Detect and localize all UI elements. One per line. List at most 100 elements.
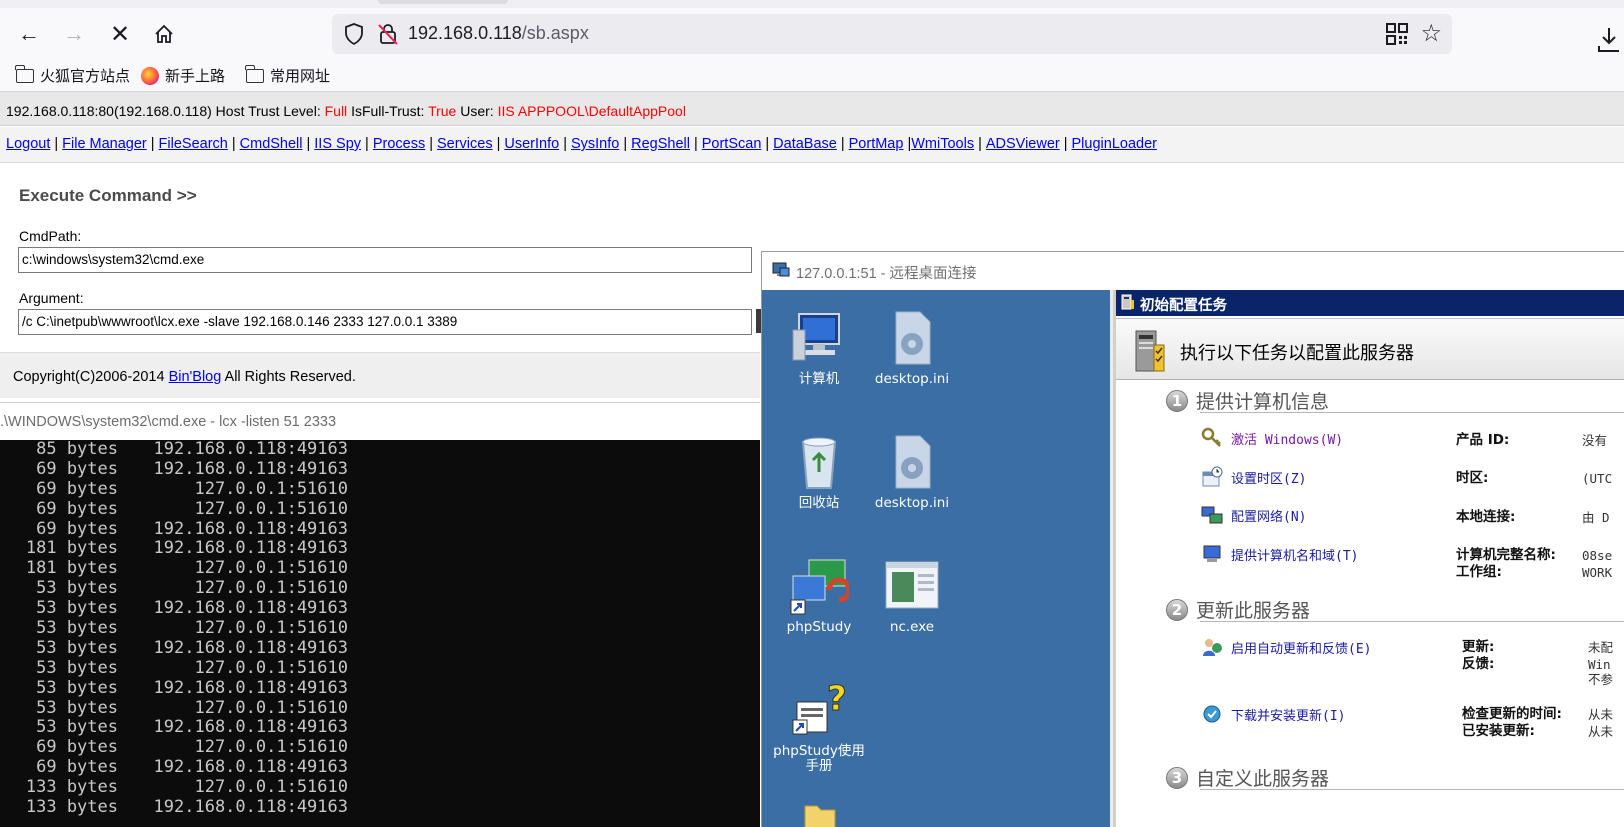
byte-count: 69 bytes (36, 518, 118, 539)
icon-caption: desktop.ini (874, 495, 950, 511)
key-icon (1201, 427, 1223, 449)
menu-regshell[interactable]: RegShell (631, 136, 690, 152)
navigation-toolbar: ← → ✕ 192.168.0.118/sb.aspx ☆ (0, 8, 1624, 58)
menu-sysinfo[interactable]: SysInfo (571, 136, 619, 152)
task-activate-windows[interactable]: 激活 Windows(W) (1201, 427, 1343, 449)
task-download-install-updates[interactable]: 下载并安装更新(I) (1201, 703, 1345, 725)
active-tab-edge[interactable] (378, 0, 508, 4)
desktop-icon-computer[interactable]: 计算机 (769, 308, 869, 387)
user-value: IIS APPPOOL\DefaultAppPool (497, 103, 686, 119)
installed-updates-label: 已安装更新: (1462, 723, 1535, 739)
feedback-value-line1: Win (1588, 657, 1611, 672)
console-output[interactable]: 85 bytes 192.168.0.118:49163 69 bytes 192.1… (0, 440, 760, 827)
endpoint-address: 127.0.0.1:51610 (194, 558, 348, 579)
home-icon[interactable] (148, 18, 180, 50)
feedback-value-line2: 不参 (1588, 672, 1614, 687)
url-text[interactable]: 192.168.0.118/sb.aspx (408, 23, 589, 44)
timezone-value: (UTC (1582, 471, 1613, 486)
task-enable-auto-updates[interactable]: 启用自动更新和反馈(E) (1201, 636, 1371, 658)
byte-count: 133 bytes (25, 777, 118, 798)
menu-wmitools[interactable]: WmiTools (911, 136, 974, 152)
isfull-trust-value: True (428, 103, 457, 119)
remote-desktop-titlebar[interactable]: 127.0.0.1:51 - 远程桌面连接 (762, 252, 1624, 290)
console-line: 53 bytes 127.0.0.1:51610 (0, 698, 760, 719)
menu-adsviewer[interactable]: ADSViewer (986, 136, 1060, 152)
folder-icon (15, 64, 34, 83)
bookmark-common-sites[interactable]: 常用网址 (245, 64, 331, 86)
binblog-link[interactable]: Bin'Blog (169, 369, 222, 385)
back-icon[interactable]: ← (13, 18, 45, 50)
task-provide-computer-name-domain[interactable]: 提供计算机名和域(T) (1201, 543, 1358, 565)
address-bar[interactable]: 192.168.0.118/sb.aspx ☆ (332, 14, 1452, 54)
stop-loading-icon[interactable]: ✕ (104, 18, 136, 50)
local-connection-value: 由 D (1582, 510, 1610, 525)
tracking-protection-shield-icon[interactable] (342, 22, 366, 46)
menu-portscan[interactable]: PortScan (702, 136, 762, 152)
qr-code-icon[interactable] (1386, 23, 1408, 45)
desktop-icon-nc-exe[interactable]: nc.exe (862, 556, 962, 635)
bookmark-star-icon[interactable]: ☆ (1420, 19, 1442, 48)
task-set-timezone[interactable]: 设置时区(Z) (1201, 466, 1306, 488)
bookmark-firefox-official[interactable]: 火狐官方站点 (15, 64, 130, 86)
menu-cmdshell[interactable]: CmdShell (240, 136, 303, 152)
console-line: 181 bytes 127.0.0.1:51610 (0, 558, 760, 579)
menu-services[interactable]: Services (437, 136, 493, 152)
task-configure-network[interactable]: 配置网络(N) (1201, 504, 1306, 526)
desktop-icon-phpstudy-manual[interactable]: ? phpStudy使用手册 (769, 679, 869, 774)
folder-icon (789, 802, 849, 827)
local-connection-label: 本地连接: (1456, 509, 1516, 525)
calendar-clock-icon (1201, 466, 1223, 488)
menu-userinfo[interactable]: UserInfo (504, 136, 559, 152)
desktop-icon-desktop-ini-2[interactable]: desktop.ini (862, 432, 962, 511)
console-line: 53 bytes 192.168.0.118:49163 (0, 638, 760, 659)
cmdpath-input[interactable]: c:\windows\system32\cmd.exe (18, 247, 752, 273)
byte-count: 181 bytes (25, 538, 118, 559)
section-title: 自定义此服务器 (1196, 768, 1330, 790)
menu-pluginloader[interactable]: PluginLoader (1072, 136, 1157, 152)
task-label: 激活 Windows(W) (1231, 432, 1344, 448)
full-computer-name-value: 08se (1582, 548, 1613, 563)
execute-command-heading: Execute Command >> (19, 186, 197, 205)
byte-count: 53 bytes (36, 677, 118, 698)
insecure-connection-lock-icon[interactable] (376, 22, 400, 46)
console-window-title[interactable]: .\WINDOWS\system32\cmd.exe - lcx -listen… (0, 402, 760, 440)
trust-level-value: Full (324, 103, 348, 119)
desktop-icon-desktop-ini-1[interactable]: desktop.ini (862, 308, 962, 387)
application-window-icon (882, 556, 942, 616)
endpoint-address: 127.0.0.1:51610 (194, 737, 348, 758)
menu-process[interactable]: Process (373, 136, 425, 152)
copyright-suffix: All Rights Reserved. (221, 369, 356, 385)
endpoint-address: 192.168.0.118:49163 (153, 598, 348, 619)
endpoint-address: 192.168.0.118:49163 (153, 797, 348, 818)
feedback-label: 反馈: (1462, 656, 1495, 672)
icon-caption: desktop.ini (874, 371, 950, 387)
tab-strip (0, 0, 1624, 8)
bookmark-getting-started[interactable]: 新手上路 (141, 65, 225, 86)
ict-titlebar[interactable]: 初始配置任务 (1116, 290, 1624, 316)
remote-desktop-title: 127.0.0.1:51 - 远程桌面连接 (796, 266, 977, 282)
console-line: 53 bytes 192.168.0.118:49163 (0, 598, 760, 619)
menu-filesearch[interactable]: FileSearch (159, 136, 228, 152)
download-icon[interactable] (1594, 26, 1624, 54)
desktop-icon-phpstudy[interactable]: phpStudy (769, 556, 869, 635)
console-line: 53 bytes 127.0.0.1:51610 (0, 618, 760, 639)
byte-count: 69 bytes (36, 458, 118, 479)
bookmark-label: 常用网址 (270, 68, 331, 85)
menu-iis-spy[interactable]: IIS Spy (314, 136, 361, 152)
argument-input[interactable]: /c C:\inetpub\wwwroot\lcx.exe -slave 192… (18, 309, 752, 335)
menu-logout[interactable]: Logout (6, 136, 50, 152)
remote-desktop-window[interactable]: 127.0.0.1:51 - 远程桌面连接 计算机 desktop.ini 回收… (761, 251, 1624, 827)
forward-icon[interactable]: → (58, 18, 90, 50)
menu-portmap[interactable]: PortMap (849, 136, 904, 152)
computer-name-icon (1201, 543, 1223, 565)
product-id-value: 没有 (1582, 433, 1608, 448)
desktop-icon-folder[interactable] (769, 802, 869, 827)
menu-database[interactable]: DataBase (773, 136, 837, 152)
task-label: 下载并安装更新(I) (1231, 708, 1346, 724)
menu-file-manager[interactable]: File Manager (62, 136, 147, 152)
console-line: 69 bytes 192.168.0.118:49163 (0, 518, 760, 540)
byte-count: 69 bytes (36, 737, 118, 758)
desktop-icon-recycle-bin[interactable]: 回收站 (769, 432, 869, 511)
byte-count: 133 bytes (25, 797, 118, 818)
section-number: 2 (1166, 598, 1188, 621)
